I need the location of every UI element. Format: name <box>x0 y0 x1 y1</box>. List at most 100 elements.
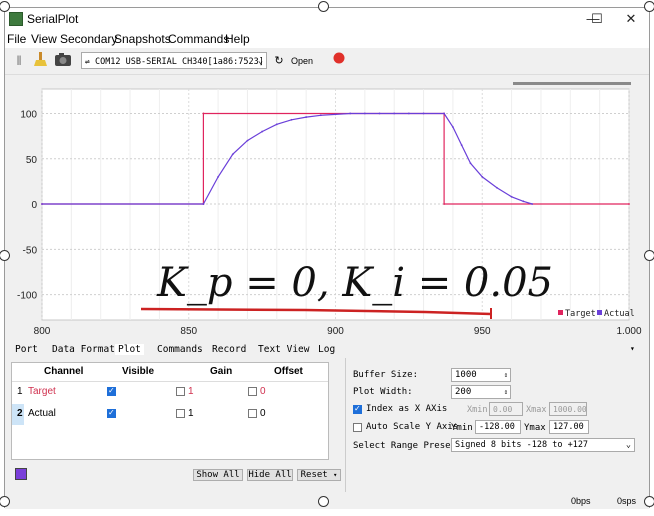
pause-icon: ‖ <box>16 53 22 68</box>
resize-handle[interactable] <box>644 250 654 261</box>
resize-handle[interactable] <box>318 496 329 507</box>
autoscale-y-checkbox[interactable] <box>353 423 362 432</box>
scroll-indicator[interactable] <box>513 82 631 85</box>
offset-checkbox[interactable] <box>248 409 257 418</box>
tabs-menu-icon[interactable]: ▾ <box>630 344 635 353</box>
range-preset-select[interactable]: Signed 8 bits -128 to +127 ⌄ <box>451 438 635 452</box>
app-window: SerialPlot — ☐ ✕ File View Secondary Sna… <box>4 7 651 509</box>
tab-log[interactable]: Log <box>318 344 335 355</box>
legend-label: Target <box>565 309 596 319</box>
data-point <box>217 175 220 178</box>
tab-port[interactable]: Port <box>15 344 38 355</box>
tab-data-format[interactable]: Data Format <box>52 344 115 355</box>
reset-button-label: Reset <box>300 470 328 480</box>
data-point <box>522 200 525 203</box>
plot-canvas[interactable]: 800 850 900 950 1.000 100 50 0 -50 -100 K_p = 0, K… <box>5 75 649 343</box>
x-tick-label: 1.000 <box>616 326 641 337</box>
hide-all-button[interactable]: Hide All <box>247 469 293 481</box>
y-tick-label: 0 <box>31 200 37 211</box>
data-point <box>41 203 43 205</box>
menu-snapshots[interactable]: Snapshots <box>114 32 171 46</box>
refresh-ports-button[interactable]: ↻ <box>269 51 289 71</box>
xmin-input[interactable]: 0.00 <box>489 402 523 416</box>
clear-button[interactable] <box>31 51 51 71</box>
open-button-label: Open <box>290 56 314 66</box>
reset-button[interactable]: Reset ▾ <box>297 469 341 481</box>
channel-name[interactable]: Target <box>28 386 56 397</box>
autoscale-y-label: Auto Scale Y Axis <box>366 422 459 432</box>
close-button[interactable]: ✕ <box>611 8 651 30</box>
offset-value[interactable]: 0 <box>260 386 266 397</box>
pause-button[interactable]: ‖ <box>9 51 29 71</box>
row-index: 2 <box>17 408 23 419</box>
snapshot-button[interactable] <box>53 51 73 71</box>
data-point <box>510 195 513 198</box>
tab-commands[interactable]: Commands <box>157 344 203 355</box>
data-point <box>393 112 396 115</box>
buffer-size-input[interactable]: 1000 ⇕ <box>451 368 511 382</box>
data-point <box>363 112 366 115</box>
data-point <box>443 203 445 205</box>
channel-name[interactable]: Actual <box>28 408 56 419</box>
open-button[interactable]: Open <box>287 51 317 71</box>
resize-handle[interactable] <box>644 1 654 12</box>
tab-text-view[interactable]: Text View <box>258 344 309 355</box>
chevron-down-icon: ⌄ <box>257 56 263 66</box>
maximize-icon: ☐ <box>591 11 603 26</box>
menu-commands[interactable]: Commands <box>168 32 229 46</box>
xmax-input[interactable]: 1000.00 <box>549 402 587 416</box>
x-tick-label: 800 <box>34 326 51 337</box>
command-send-button[interactable] <box>329 51 349 71</box>
port-select[interactable]: ⇌ COM12 USB-SERIAL CH340[1a86:7523] ⌄ <box>81 52 267 69</box>
offset-value[interactable]: 0 <box>260 408 266 419</box>
port-select-value: COM12 USB-SERIAL CH340[1a86:7523] <box>94 57 264 67</box>
offset-checkbox[interactable] <box>248 387 257 396</box>
gain-value[interactable]: 1 <box>188 408 194 419</box>
menu-secondary[interactable]: Secondary <box>60 32 117 46</box>
index-as-x-checkbox[interactable] <box>353 404 362 414</box>
index-as-x-label: Index as X AXis <box>366 404 448 414</box>
spinner-arrows-icon[interactable]: ⇕ <box>504 369 508 382</box>
data-point <box>496 186 498 189</box>
y-tick-label: 50 <box>26 155 38 166</box>
show-all-button[interactable]: Show All <box>193 469 243 481</box>
gain-checkbox[interactable] <box>176 409 185 418</box>
menu-view[interactable]: View <box>31 32 57 46</box>
resize-handle[interactable] <box>318 1 329 12</box>
xmax-value: 1000.00 <box>553 405 587 414</box>
color-swatch[interactable] <box>15 468 27 480</box>
spinner-arrows-icon[interactable]: ⇕ <box>504 386 508 399</box>
gain-checkbox[interactable] <box>176 387 185 396</box>
gain-value[interactable]: 1 <box>188 386 194 397</box>
ymax-label: Ymax <box>524 423 546 433</box>
refresh-icon: ↻ <box>274 55 284 67</box>
resize-handle[interactable] <box>644 496 654 507</box>
y-tick-label: -50 <box>23 245 38 256</box>
data-point <box>460 144 463 147</box>
menu-help[interactable]: Help <box>225 32 250 46</box>
tab-plot[interactable]: Plot <box>115 344 144 355</box>
ymin-input[interactable]: -128.00 <box>475 420 521 434</box>
col-header-channel: Channel <box>44 366 84 377</box>
ymax-input[interactable]: 127.00 <box>549 420 589 434</box>
table-row[interactable]: 2 Actual 1 0 <box>12 404 328 425</box>
data-point <box>305 116 308 118</box>
data-point <box>261 130 264 133</box>
visible-checkbox[interactable] <box>107 408 116 418</box>
table-row[interactable]: 1 Target 1 0 <box>12 382 328 403</box>
visible-checkbox[interactable] <box>107 386 116 396</box>
legend-swatch <box>558 310 563 315</box>
plot-width-input[interactable]: 200 ⇕ <box>451 385 511 399</box>
tab-record[interactable]: Record <box>212 344 246 355</box>
data-point <box>469 162 472 165</box>
data-point <box>378 112 381 115</box>
data-point <box>443 112 445 115</box>
x-tick-label: 850 <box>180 326 197 337</box>
data-point <box>275 123 278 126</box>
x-tick-label: 900 <box>327 326 344 337</box>
x-tick-label: 950 <box>474 326 491 337</box>
data-point <box>407 112 410 115</box>
col-header-gain: Gain <box>210 366 233 377</box>
menu-file[interactable]: File <box>7 32 26 46</box>
record-icon <box>333 52 345 64</box>
